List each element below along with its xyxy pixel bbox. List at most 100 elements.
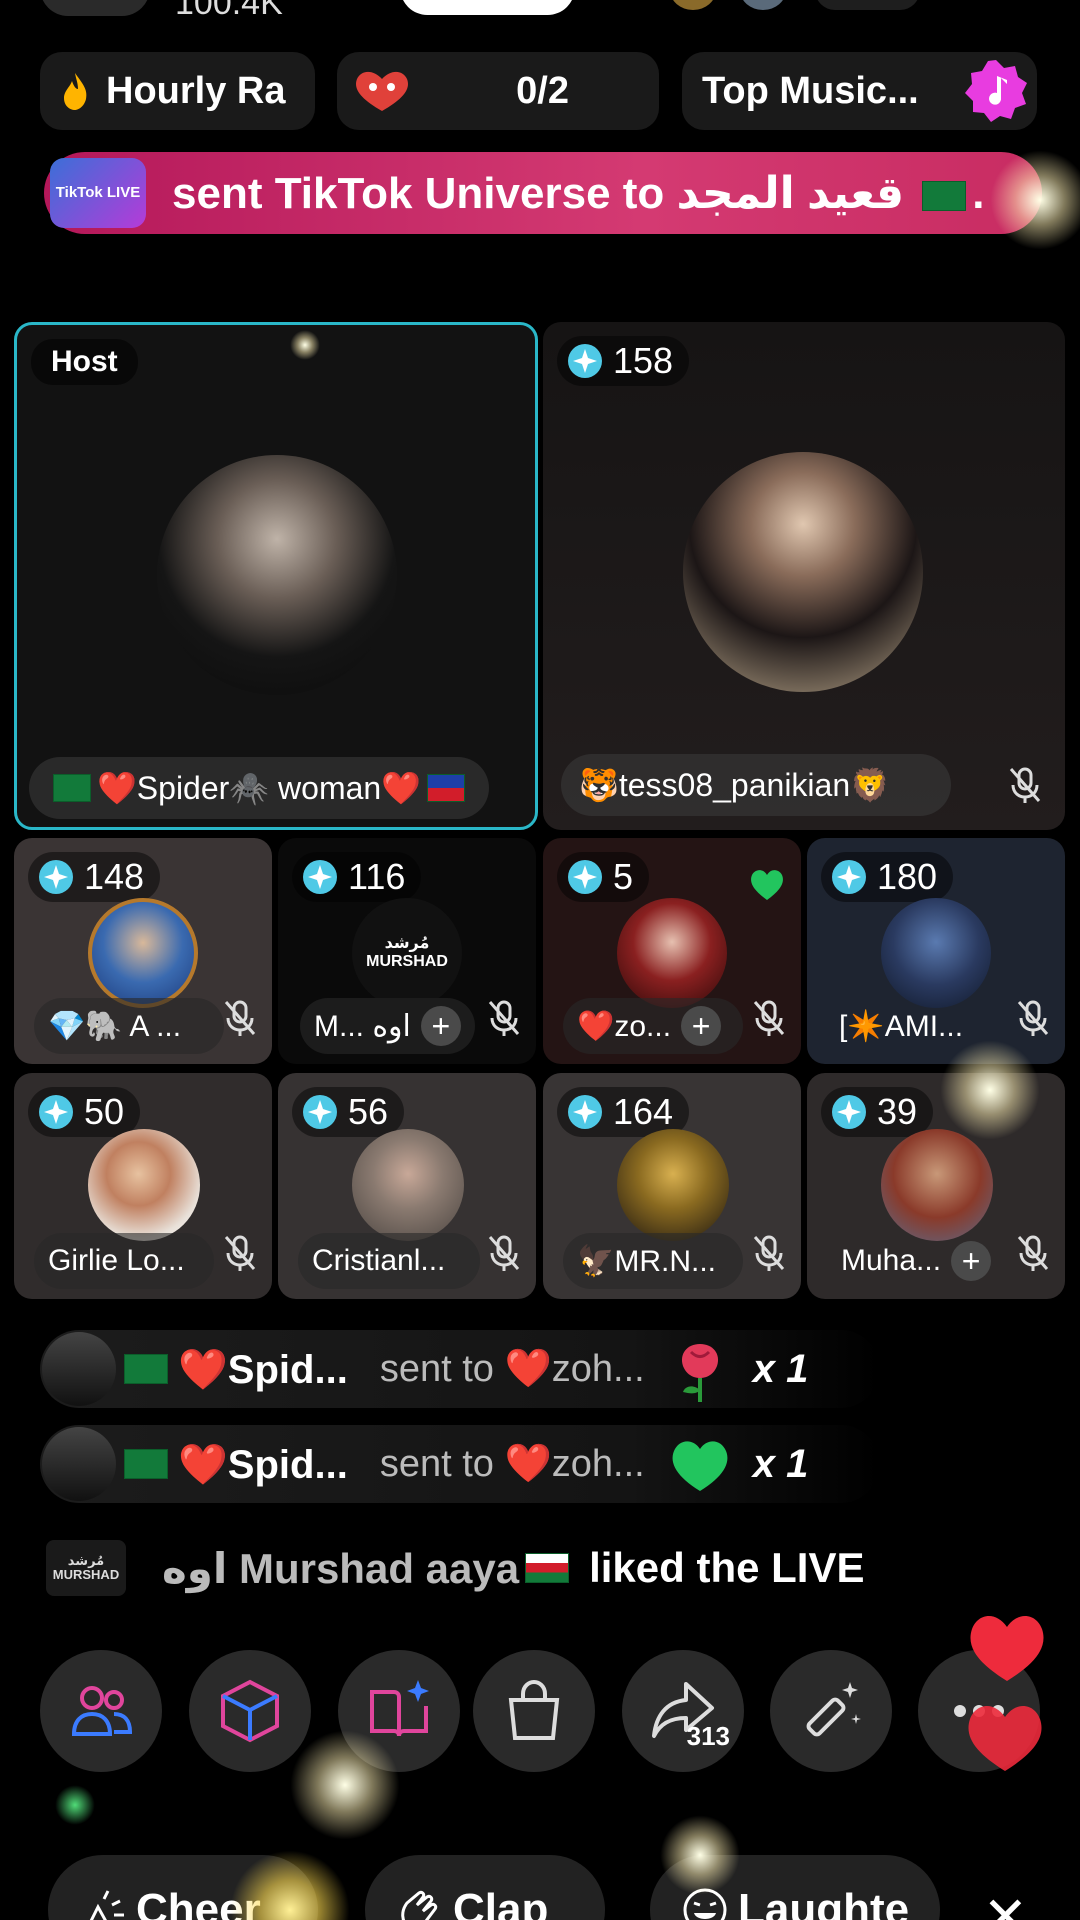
gem-icon bbox=[832, 1095, 866, 1129]
guest-name-pill[interactable]: Muha... + bbox=[827, 1233, 1007, 1289]
guide-button[interactable] bbox=[338, 1650, 460, 1772]
like-text: liked the LIVE bbox=[589, 1544, 865, 1591]
guest-score: 164 bbox=[613, 1091, 674, 1132]
cheer-reaction-button[interactable]: Cheer bbox=[48, 1855, 318, 1920]
gem-icon bbox=[39, 860, 73, 894]
sender-avatar[interactable] bbox=[42, 1427, 116, 1501]
viewer-count-pill[interactable] bbox=[815, 0, 920, 10]
clap-label: Clap bbox=[453, 1885, 549, 1920]
guest-name: 💎🐘 A ... bbox=[48, 1009, 182, 1043]
guest-tile-8[interactable]: 164 🦅MR.N... bbox=[543, 1073, 801, 1299]
guest-score: 116 bbox=[348, 856, 406, 897]
guest-tile-3[interactable]: 116 مُرشد MURSHAD M... اوه + bbox=[278, 838, 536, 1064]
guest-avatar[interactable] bbox=[881, 898, 991, 1008]
mic-muted-icon bbox=[224, 1235, 256, 1271]
gift-feed-item[interactable]: ❤️Spid... sent to ❤️zoh... x 1 bbox=[40, 1330, 880, 1408]
close-reactions-button[interactable]: ✕ bbox=[983, 1885, 1028, 1920]
shop-button[interactable] bbox=[473, 1650, 595, 1772]
add-guest-button[interactable]: + bbox=[951, 1241, 992, 1281]
guest-score: 180 bbox=[877, 856, 938, 897]
guest-name-pill[interactable]: 🦅MR.N... bbox=[563, 1233, 743, 1289]
host-name-pill[interactable]: ❤️Spider🕷️ woman❤️ bbox=[29, 757, 489, 819]
book-sparkle-icon bbox=[370, 1680, 429, 1737]
effects-button[interactable] bbox=[189, 1650, 311, 1772]
guest-avatar[interactable] bbox=[683, 452, 923, 692]
gem-icon bbox=[568, 1095, 602, 1129]
liker-avatar[interactable]: مُرشد MURSHAD bbox=[46, 1540, 126, 1596]
gift-goal-counter: 0/2 bbox=[516, 69, 569, 112]
guest-tile-7[interactable]: 56 Cristianl... bbox=[278, 1073, 536, 1299]
guest-name-pill[interactable]: Cristianl... bbox=[298, 1233, 480, 1289]
heart-gift-icon bbox=[356, 71, 408, 111]
sender-avatar[interactable] bbox=[42, 1332, 116, 1406]
top-viewer-avatar-2[interactable] bbox=[740, 0, 786, 10]
guest-tile-4[interactable]: 5 ❤️zo... + bbox=[543, 838, 801, 1064]
gem-icon bbox=[303, 860, 337, 894]
guest-name-pill[interactable]: Girlie Lo... bbox=[34, 1233, 214, 1289]
guest-avatar[interactable] bbox=[352, 1129, 464, 1241]
guest-tile-5[interactable]: 180 [✴️AMI... bbox=[807, 838, 1065, 1064]
guest-tile-2[interactable]: 148 💎🐘 A ... bbox=[14, 838, 272, 1064]
guest-score-badge: 148 bbox=[28, 852, 161, 902]
clap-reaction-button[interactable]: Clap bbox=[365, 1855, 605, 1920]
guest-score: 39 bbox=[877, 1091, 918, 1132]
guests-button[interactable] bbox=[40, 1650, 162, 1772]
guest-name: Girlie Lo... bbox=[48, 1244, 185, 1277]
flame-icon bbox=[64, 73, 87, 110]
green-heart-icon bbox=[751, 870, 783, 900]
tiktok-live-logo: TikTok LIVE bbox=[50, 158, 146, 228]
guest-name-pill[interactable]: [✴️AMI... bbox=[825, 998, 1015, 1054]
oman-flag-icon bbox=[525, 1553, 570, 1583]
add-guest-button[interactable]: + bbox=[681, 1006, 722, 1046]
guest-avatar[interactable] bbox=[88, 898, 198, 1008]
feed-recipient: sent to ❤️zoh... bbox=[379, 1443, 645, 1485]
guest-tile-6[interactable]: 50 Girlie Lo... bbox=[14, 1073, 272, 1299]
top-bar-partial: 100.4K bbox=[0, 0, 1080, 22]
gift-goal-chip[interactable]: 0/2 bbox=[337, 52, 659, 130]
laughter-label: Laughte bbox=[738, 1885, 910, 1920]
mic-muted-icon bbox=[488, 1000, 520, 1036]
hourly-ranking-chip[interactable]: Hourly Ra bbox=[40, 52, 315, 130]
host-avatar[interactable] bbox=[157, 455, 397, 695]
add-guest-button[interactable]: + bbox=[420, 1006, 461, 1046]
guest-avatar[interactable] bbox=[617, 1129, 729, 1241]
cube-icon bbox=[221, 1679, 279, 1743]
guest-avatar[interactable] bbox=[88, 1129, 200, 1241]
philippines-flag-icon bbox=[427, 774, 465, 802]
host-name: ❤️Spider🕷️ woman❤️ bbox=[96, 770, 422, 806]
host-tile[interactable]: Host ❤️Spider🕷️ woman❤️ bbox=[14, 322, 538, 830]
laughing-face-icon bbox=[683, 1888, 727, 1920]
gift-announcement-banner[interactable]: TikTok LIVE sent TikTok Universe to قعيد… bbox=[44, 152, 1042, 234]
guest-name-pill[interactable]: 💎🐘 A ... bbox=[34, 998, 224, 1054]
guest-name-pill[interactable]: M... اوه + bbox=[300, 998, 475, 1054]
laughter-reaction-button[interactable]: Laughte bbox=[650, 1855, 940, 1920]
music-badge-icon bbox=[965, 60, 1027, 122]
guest-score-badge: 39 bbox=[821, 1087, 934, 1137]
sparkle-effect bbox=[55, 1785, 95, 1825]
guest-score-badge: 56 bbox=[292, 1087, 405, 1137]
guest-tile-1[interactable]: 158 🐯tess08_panikian🦁 bbox=[543, 322, 1065, 830]
share-button[interactable]: 313 bbox=[622, 1650, 744, 1772]
top-viewer-avatar-1[interactable] bbox=[670, 0, 716, 10]
gift-feed-item[interactable]: ❤️Spid... sent to ❤️zoh... x 1 bbox=[40, 1425, 880, 1503]
like-notification: مُرشد MURSHAD اوه Murshad aaya liked the… bbox=[46, 1538, 865, 1598]
guest-score-badge: 50 bbox=[28, 1087, 141, 1137]
follow-pill-partial[interactable] bbox=[400, 0, 575, 15]
top-music-chip[interactable]: Top Music... bbox=[682, 52, 1037, 130]
guest-name-pill[interactable]: 🐯tess08_panikian🦁 bbox=[561, 754, 951, 816]
guest-name-pill[interactable]: ❤️zo... + bbox=[563, 998, 743, 1054]
rose-gift-icon bbox=[681, 1344, 718, 1402]
banner-message: sent TikTok Universe to قعيد المجد . bbox=[172, 168, 984, 219]
saudi-flag-icon bbox=[124, 1354, 168, 1384]
beauty-button[interactable] bbox=[770, 1650, 892, 1772]
host-avatar-partial[interactable] bbox=[40, 0, 150, 16]
guest-tile-9[interactable]: 39 Muha... + bbox=[807, 1073, 1065, 1299]
guest-name: 🐯tess08_panikian🦁 bbox=[579, 767, 890, 803]
people-icon bbox=[71, 1686, 133, 1736]
guest-avatar[interactable]: مُرشد MURSHAD bbox=[352, 898, 462, 1008]
guest-avatar[interactable] bbox=[617, 898, 727, 1008]
guest-avatar[interactable] bbox=[881, 1129, 993, 1241]
feed-sender: ❤️Spid... bbox=[178, 1347, 348, 1392]
mic-muted-icon bbox=[1017, 1000, 1049, 1036]
guest-name: Muha... bbox=[841, 1244, 942, 1277]
